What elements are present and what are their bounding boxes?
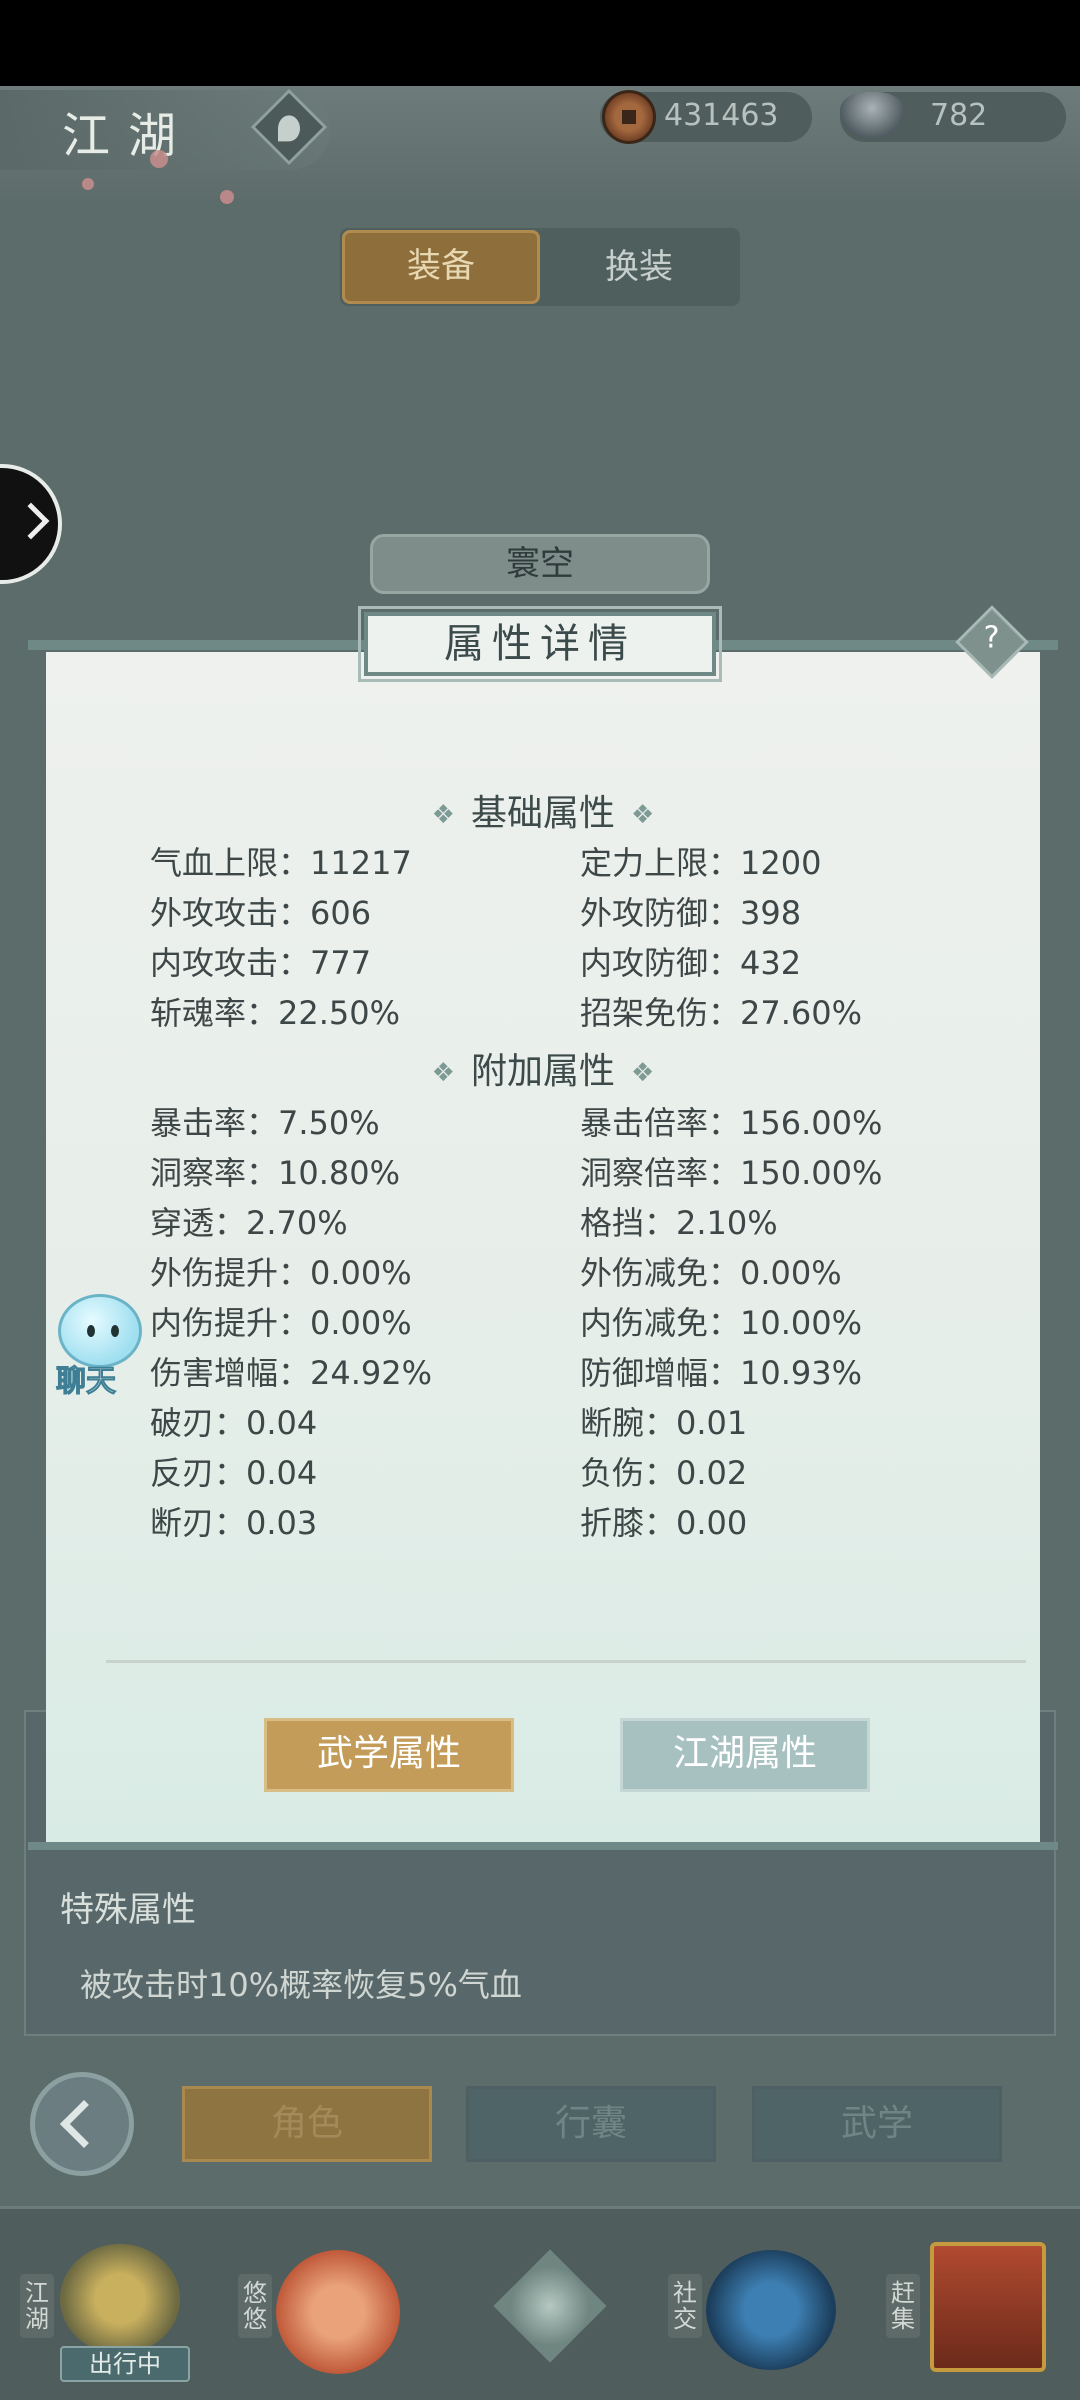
attr-break-blade: 破刃：0.04 <box>150 1404 318 1442</box>
nav-market-label: 赶集 <box>886 2274 920 2338</box>
tab-inventory[interactable]: 行囊 <box>466 2086 716 2162</box>
attr-crit-rate: 暴击率：7.50% <box>150 1104 380 1142</box>
nav-jianghu[interactable]: 江湖 出行中 <box>20 2230 200 2390</box>
special-attr-text: 被攻击时10%概率恢复5%气血 <box>80 1966 522 2004</box>
silver-ingot-icon <box>840 92 904 138</box>
attr-break-knee: 折膝：0.00 <box>580 1504 748 1542</box>
copper-coin-icon <box>602 90 656 144</box>
chat-label: 聊天 <box>56 1364 117 1400</box>
travel-status-badge: 出行中 <box>60 2346 190 2382</box>
attr-int-attack: 内攻攻击：777 <box>150 944 372 982</box>
compass-star-icon <box>493 2249 607 2363</box>
blossom-decoration <box>82 178 94 190</box>
attr-int-dmg-reduce: 内伤减免：10.00% <box>580 1304 863 1342</box>
extra-attr-title: 附加属性 <box>470 1051 615 1092</box>
modal-divider <box>106 1660 1026 1663</box>
tab-character[interactable]: 角色 <box>182 2086 432 2162</box>
attr-int-dmg-boost: 内伤提升：0.00% <box>150 1304 412 1342</box>
attr-insight-rate: 洞察率：10.80% <box>150 1154 401 1192</box>
jianghu-attributes-button[interactable]: 江湖属性 <box>620 1718 870 1792</box>
nav-social[interactable]: 社交 <box>666 2230 846 2390</box>
attr-ext-attack: 外攻攻击：606 <box>150 894 372 932</box>
copper-counter: 431463 <box>600 90 812 144</box>
attr-ext-defense: 外攻防御：398 <box>580 894 802 932</box>
martial-attributes-button[interactable]: 武学属性 <box>264 1718 514 1792</box>
status-bar <box>0 0 1080 86</box>
attr-block: 格挡：2.10% <box>580 1204 778 1242</box>
side-expand-button[interactable] <box>0 464 62 584</box>
attr-wound: 负伤：0.02 <box>580 1454 748 1492</box>
modal-title: 属性详情 <box>358 606 722 682</box>
attr-ext-dmg-reduce: 外伤减免：0.00% <box>580 1254 842 1292</box>
attr-soul-slash: 斩魂率：22.50% <box>150 994 401 1032</box>
nav-social-label: 社交 <box>668 2274 702 2338</box>
base-attr-section-title: ❖ 基础属性 ❖ <box>431 793 655 834</box>
nav-jianghu-label: 江湖 <box>20 2274 54 2338</box>
nav-home[interactable] <box>470 2230 610 2390</box>
location-title: 江湖 <box>62 108 195 164</box>
nav-youyou-label: 悠悠 <box>238 2274 272 2338</box>
attr-counter-blade: 反刃：0.04 <box>150 1454 318 1492</box>
help-icon: ? <box>983 620 1000 656</box>
equip-tab-group: 装备 换装 <box>340 228 740 306</box>
wave-emblem-icon <box>706 2250 836 2370</box>
market-box-icon <box>930 2242 1046 2372</box>
chat-floating-button[interactable]: 聊天 <box>44 1294 152 1404</box>
blossom-decoration <box>220 190 234 204</box>
nav-youyou[interactable]: 悠悠 <box>236 2230 416 2390</box>
back-button[interactable] <box>30 2072 134 2176</box>
attribute-detail-modal: ❖ 基础属性 ❖ 气血上限：11217 定力上限：1200 外攻攻击：606 外攻防… <box>28 605 1058 1850</box>
tab-equip[interactable]: 装备 <box>342 230 540 304</box>
attr-damage-amp: 伤害增幅：24.92% <box>150 1354 433 1392</box>
attr-ext-dmg-boost: 外伤提升：0.00% <box>150 1254 412 1292</box>
attr-parry-reduction: 招架免伤：27.60% <box>580 994 863 1032</box>
nav-market[interactable]: 赶集 <box>880 2230 1070 2390</box>
chevron-right-icon <box>12 502 50 540</box>
attr-crit-mult: 暴击倍率：156.00% <box>580 1104 883 1142</box>
attr-focus-max: 定力上限：1200 <box>580 844 822 882</box>
tab-martial[interactable]: 武学 <box>752 2086 1002 2162</box>
attr-penetration: 穿透：2.70% <box>150 1204 348 1242</box>
silver-amount: 782 <box>930 98 988 133</box>
copper-amount: 431463 <box>664 98 779 133</box>
attr-break-wrist: 断腕：0.01 <box>580 1404 748 1442</box>
tab-swap-outfit[interactable]: 换装 <box>540 230 738 304</box>
attr-insight-mult: 洞察倍率：150.00% <box>580 1154 883 1192</box>
blossom-decoration <box>150 150 168 168</box>
swallow-emblem-icon <box>276 2250 400 2374</box>
jianghu-emblem-icon <box>60 2244 180 2354</box>
extra-attr-section-title: ❖ 附加属性 ❖ <box>431 1051 655 1092</box>
attr-snap-blade: 断刃：0.03 <box>150 1504 318 1542</box>
special-attr-title: 特殊属性 <box>60 1890 196 1930</box>
modal-body: ❖ 基础属性 ❖ 气血上限：11217 定力上限：1200 外攻攻击：606 外攻防… <box>46 652 1040 1842</box>
silver-counter: 782 <box>840 92 1066 142</box>
character-name: 寰空 <box>370 534 710 594</box>
base-attr-title: 基础属性 <box>470 793 615 834</box>
attr-defense-amp: 防御增幅：10.93% <box>580 1354 863 1392</box>
attr-int-defense: 内攻防御：432 <box>580 944 802 982</box>
chevron-left-icon <box>59 2099 109 2149</box>
attr-hp-max: 气血上限：11217 <box>150 844 412 882</box>
